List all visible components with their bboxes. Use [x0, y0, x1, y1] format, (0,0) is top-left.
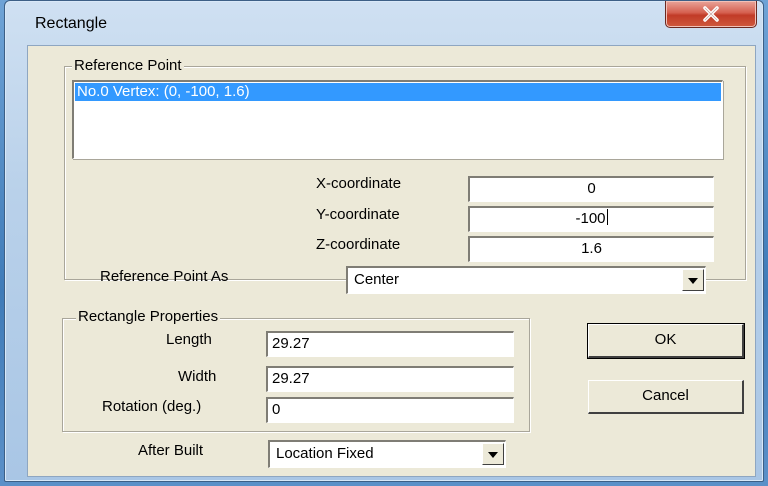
rotation-label: Rotation (deg.) [102, 398, 202, 415]
reference-point-list[interactable]: No.0 Vertex: (0, -100, 1.6) [72, 80, 723, 159]
close-x-icon [703, 6, 719, 22]
dialog-title: Rectangle [35, 15, 108, 32]
z-coordinate-input[interactable]: 1.6 [468, 236, 714, 262]
ok-button[interactable]: OK [587, 323, 745, 359]
chevron-down-icon[interactable] [482, 443, 504, 465]
x-coordinate-input[interactable]: 0 [468, 176, 714, 202]
length-label: Length [166, 331, 212, 348]
length-input[interactable]: 29.27 [266, 331, 514, 357]
width-input[interactable]: 29.27 [266, 366, 514, 392]
y-coordinate-label: Y-coordinate [316, 206, 400, 223]
rectangle-dialog: Rectangle Reference Point No.0 Vertex: (… [4, 0, 764, 482]
width-label: Width [178, 368, 217, 385]
reference-point-as-value: Center [354, 271, 400, 288]
reference-point-as-select[interactable]: Center [346, 266, 706, 294]
reference-point-group-label: Reference Point [72, 57, 184, 74]
reference-point-as-label: Reference Point As [100, 268, 229, 285]
y-coordinate-value: -100 [575, 210, 606, 227]
after-built-value: Location Fixed [276, 445, 374, 462]
close-button[interactable] [665, 1, 757, 28]
z-coordinate-label: Z-coordinate [316, 236, 401, 253]
rotation-input[interactable]: 0 [266, 397, 514, 423]
text-caret [606, 209, 608, 225]
list-item-selected[interactable]: No.0 Vertex: (0, -100, 1.6) [75, 83, 721, 101]
after-built-select[interactable]: Location Fixed [268, 440, 506, 468]
dialog-client-area: Reference Point No.0 Vertex: (0, -100, 1… [27, 45, 756, 477]
chevron-down-icon[interactable] [682, 269, 704, 291]
rectangle-properties-group-label: Rectangle Properties [76, 308, 221, 325]
cancel-button[interactable]: Cancel [588, 380, 744, 414]
x-coordinate-label: X-coordinate [316, 175, 402, 192]
y-coordinate-input[interactable]: -100 [468, 206, 714, 232]
after-built-label: After Built [138, 442, 204, 459]
